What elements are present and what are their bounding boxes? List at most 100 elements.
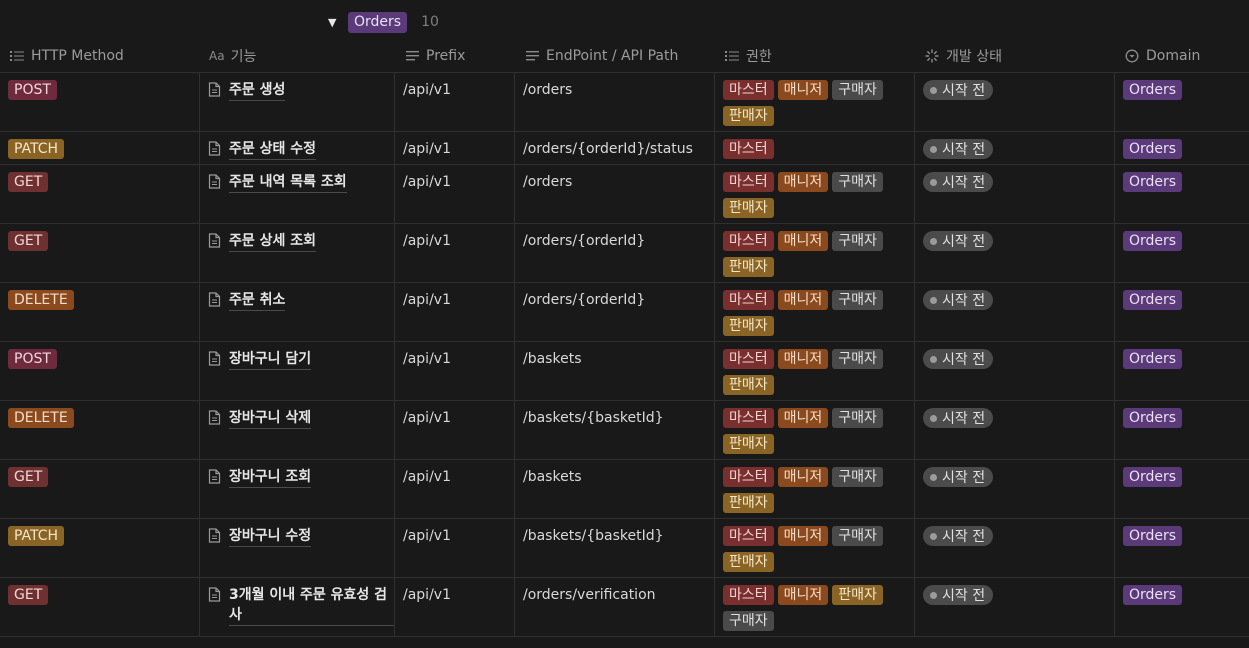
cell-prefix[interactable]: /api/v1 [395,224,515,282]
cell-endpoint[interactable]: /baskets [515,342,715,400]
cell-permission[interactable]: 마스터 매니저 구매자판매자 [715,519,915,577]
cell-endpoint[interactable]: /orders/{orderId} [515,224,715,282]
cell-endpoint[interactable]: /baskets/{basketId} [515,519,715,577]
cell-permission[interactable]: 마스터 매니저 구매자판매자 [715,224,915,282]
cell-prefix[interactable]: /api/v1 [395,519,515,577]
cell-permission[interactable]: 마스터 매니저 구매자판매자 [715,401,915,459]
cell-prefix[interactable]: /api/v1 [395,401,515,459]
page-title-link[interactable]: 주문 내역 목록 조회 [208,172,394,193]
table-row[interactable]: POST 장바구니 담기 /api/v1 /baskets 마스터 매니저 구매자판… [0,342,1249,401]
column-header-http-method[interactable]: HTTP Method [0,40,200,72]
cell-http-method[interactable]: GET [0,224,200,282]
cell-dev-status[interactable]: 시작 전 [915,283,1115,341]
cell-feature[interactable]: 주문 상태 수정 [200,132,395,164]
table-row[interactable]: POST 주문 생성 /api/v1 /orders 마스터 매니저 구매자판매자 … [0,73,1249,132]
page-title-link[interactable]: 장바구니 조회 [208,467,394,488]
cell-http-method[interactable]: GET [0,460,200,518]
cell-dev-status[interactable]: 시작 전 [915,460,1115,518]
cell-http-method[interactable]: DELETE [0,283,200,341]
cell-endpoint[interactable]: /baskets/{basketId} [515,401,715,459]
cell-domain[interactable]: Orders [1115,165,1249,223]
cell-feature[interactable]: 주문 상세 조회 [200,224,395,282]
cell-permission[interactable]: 마스터 매니저 구매자판매자 [715,283,915,341]
cell-endpoint[interactable]: /orders/{orderId} [515,283,715,341]
cell-dev-status[interactable]: 시작 전 [915,519,1115,577]
column-header-domain[interactable]: Domain [1115,40,1249,72]
page-title-link[interactable]: 주문 생성 [208,80,394,101]
cell-permission[interactable]: 마스터 [715,132,915,164]
cell-http-method[interactable]: GET [0,165,200,223]
table-bottom-divider [0,636,1249,637]
page-title-link[interactable]: 장바구니 수정 [208,526,394,547]
cell-domain[interactable]: Orders [1115,283,1249,341]
table-row[interactable]: DELETE 장바구니 삭제 /api/v1 /baskets/{basketI… [0,401,1249,460]
cell-dev-status[interactable]: 시작 전 [915,224,1115,282]
column-header-endpoint[interactable]: EndPoint / API Path [515,40,715,72]
table-row[interactable]: GET 3개월 이내 주문 유효성 검사 /api/v1 /orders/ver… [0,578,1249,637]
cell-prefix[interactable]: /api/v1 [395,73,515,131]
page-title-link[interactable]: 주문 상세 조회 [208,231,394,252]
cell-domain[interactable]: Orders [1115,401,1249,459]
page-title-link[interactable]: 장바구니 삭제 [208,408,394,429]
cell-domain[interactable]: Orders [1115,578,1249,636]
cell-permission[interactable]: 마스터 매니저 구매자판매자 [715,342,915,400]
column-header-permission[interactable]: 권한 [715,40,915,72]
column-header-prefix[interactable]: Prefix [395,40,515,72]
table-row[interactable]: PATCH 주문 상태 수정 /api/v1 /orders/{orderId}… [0,132,1249,165]
cell-dev-status[interactable]: 시작 전 [915,165,1115,223]
cell-feature[interactable]: 주문 생성 [200,73,395,131]
cell-prefix[interactable]: /api/v1 [395,578,515,636]
cell-feature[interactable]: 장바구니 삭제 [200,401,395,459]
page-title-link[interactable]: 3개월 이내 주문 유효성 검사 [208,585,394,626]
cell-feature[interactable]: 장바구니 수정 [200,519,395,577]
triangle-down-icon[interactable]: ▼ [328,16,338,29]
cell-feature[interactable]: 주문 내역 목록 조회 [200,165,395,223]
cell-http-method[interactable]: POST [0,342,200,400]
cell-permission[interactable]: 마스터 매니저 구매자판매자 [715,165,915,223]
cell-http-method[interactable]: PATCH [0,519,200,577]
cell-domain[interactable]: Orders [1115,73,1249,131]
cell-endpoint[interactable]: /baskets [515,460,715,518]
cell-feature[interactable]: 장바구니 담기 [200,342,395,400]
cell-domain[interactable]: Orders [1115,460,1249,518]
table-row[interactable]: DELETE 주문 취소 /api/v1 /orders/{orderId} 마… [0,283,1249,342]
cell-permission[interactable]: 마스터 매니저 구매자판매자 [715,460,915,518]
cell-prefix[interactable]: /api/v1 [395,132,515,164]
page-title-link[interactable]: 주문 상태 수정 [208,139,394,160]
cell-http-method[interactable]: PATCH [0,132,200,164]
table-row[interactable]: GET 장바구니 조회 /api/v1 /baskets 마스터 매니저 구매자판매… [0,460,1249,519]
cell-dev-status[interactable]: 시작 전 [915,401,1115,459]
cell-feature[interactable]: 3개월 이내 주문 유효성 검사 [200,578,395,636]
cell-feature[interactable]: 장바구니 조회 [200,460,395,518]
cell-feature[interactable]: 주문 취소 [200,283,395,341]
cell-domain[interactable]: Orders [1115,342,1249,400]
table-row[interactable]: PATCH 장바구니 수정 /api/v1 /baskets/{basketId… [0,519,1249,578]
cell-prefix[interactable]: /api/v1 [395,283,515,341]
cell-prefix[interactable]: /api/v1 [395,165,515,223]
cell-endpoint[interactable]: /orders [515,165,715,223]
cell-dev-status[interactable]: 시작 전 [915,578,1115,636]
page-title-link[interactable]: 장바구니 담기 [208,349,394,370]
cell-prefix[interactable]: /api/v1 [395,342,515,400]
column-header-dev-status[interactable]: 개발 상태 [915,40,1115,72]
cell-domain[interactable]: Orders [1115,224,1249,282]
cell-endpoint[interactable]: /orders/verification [515,578,715,636]
cell-http-method[interactable]: DELETE [0,401,200,459]
cell-permission[interactable]: 마스터 매니저 구매자판매자 [715,73,915,131]
page-title-link[interactable]: 주문 취소 [208,290,394,311]
cell-dev-status[interactable]: 시작 전 [915,132,1115,164]
table-row[interactable]: GET 주문 상세 조회 /api/v1 /orders/{orderId} 마… [0,224,1249,283]
cell-dev-status[interactable]: 시작 전 [915,73,1115,131]
cell-domain[interactable]: Orders [1115,132,1249,164]
cell-domain[interactable]: Orders [1115,519,1249,577]
cell-http-method[interactable]: POST [0,73,200,131]
cell-prefix[interactable]: /api/v1 [395,460,515,518]
table-row[interactable]: GET 주문 내역 목록 조회 /api/v1 /orders 마스터 매니저 구매… [0,165,1249,224]
cell-dev-status[interactable]: 시작 전 [915,342,1115,400]
cell-endpoint[interactable]: /orders [515,73,715,131]
cell-http-method[interactable]: GET [0,578,200,636]
prefix-text: /api/v1 [403,410,451,426]
cell-permission[interactable]: 마스터 매니저 판매자구매자 [715,578,915,636]
column-header-feature[interactable]: Aa 기능 [200,40,395,72]
cell-endpoint[interactable]: /orders/{orderId}/status [515,132,715,164]
